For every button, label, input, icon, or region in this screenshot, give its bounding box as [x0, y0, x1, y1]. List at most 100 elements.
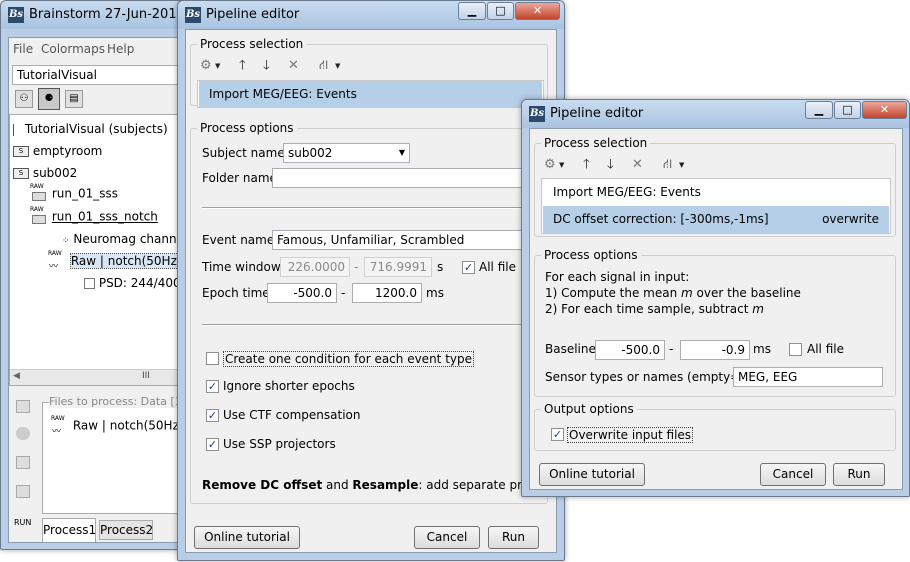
- scroll-grip-icon: III: [142, 371, 150, 381]
- process-item-import[interactable]: Import MEG/EEG: Events: [543, 179, 889, 206]
- move-down-icon[interactable]: 🡓: [607, 157, 614, 173]
- overwrite-checkbox[interactable]: ✓: [551, 428, 564, 441]
- tree-hscrollbar[interactable]: ◀ III: [10, 369, 182, 385]
- files-to-process-box: Files to process: Data [1] RAW 〰 Raw | n…: [42, 395, 198, 514]
- process-icon-3[interactable]: [16, 456, 30, 469]
- subject-name-select[interactable]: sub002 ▼: [283, 143, 410, 163]
- menu-help[interactable]: Help: [107, 42, 134, 56]
- chevron-down-icon[interactable]: ▼: [335, 58, 340, 74]
- ctf-compensation-checkbox[interactable]: ✓: [206, 409, 219, 422]
- description-line-2: 1) Compute the mean m over the baseline: [545, 286, 801, 300]
- cancel-button[interactable]: Cancel: [414, 526, 480, 549]
- run-icon[interactable]: RUN: [14, 518, 31, 527]
- options-separator-1: [202, 207, 547, 209]
- tree-run1[interactable]: RAW run_01_sss: [30, 183, 118, 203]
- epoch-start-input[interactable]: -500.0: [267, 283, 337, 303]
- maximize-button[interactable]: □: [487, 2, 514, 20]
- time-window-label: Time window:: [202, 260, 285, 274]
- view-anatomy-icon[interactable]: ⚈: [38, 88, 60, 110]
- pipeline2-title: Pipeline editor: [550, 106, 644, 121]
- tree-raw-file[interactable]: RAW 〰 Raw | notch(50Hz 1: [48, 250, 190, 272]
- folder-name-input[interactable]: [272, 168, 547, 188]
- ignore-shorter-checkbox[interactable]: ✓: [206, 380, 219, 393]
- tree-channels-label: Neuromag channels: [73, 232, 194, 246]
- sensor-types-input[interactable]: MEG, EEG: [733, 367, 883, 387]
- maximize-button[interactable]: □: [834, 101, 861, 119]
- process-item-import[interactable]: Import MEG/EEG: Events: [199, 81, 542, 107]
- move-up-icon[interactable]: 🡑: [583, 157, 590, 173]
- epoch-end-input[interactable]: 1200.0: [352, 283, 422, 303]
- tree-emptyroom[interactable]: S emptyroom: [13, 144, 102, 158]
- chevron-down-icon[interactable]: ▼: [679, 157, 684, 173]
- scroll-left-icon[interactable]: ◀: [13, 371, 20, 381]
- process-icon-2[interactable]: [16, 427, 30, 440]
- pipeline-tree-icon[interactable]: ⛙: [319, 58, 328, 74]
- menu-file[interactable]: File: [13, 42, 33, 56]
- all-file-checkbox[interactable]: ✓: [462, 261, 475, 274]
- chevron-down-icon[interactable]: ▼: [215, 58, 220, 74]
- run-button[interactable]: Run: [833, 463, 885, 486]
- protocol-selector[interactable]: TutorialVisual: [12, 65, 192, 85]
- baseline-all-file-checkbox[interactable]: [789, 343, 802, 356]
- pipeline1-titlebar[interactable]: Bs Pipeline editor ▁ □ ✕: [178, 1, 564, 29]
- delete-icon[interactable]: ✕: [632, 157, 643, 173]
- ssp-projectors-checkbox[interactable]: ✓: [206, 438, 219, 451]
- tab-process2[interactable]: Process2: [99, 520, 153, 540]
- channels-icon: ⁘: [62, 236, 70, 246]
- close-button[interactable]: ✕: [862, 101, 907, 119]
- close-button[interactable]: ✕: [515, 2, 560, 20]
- cancel-button[interactable]: Cancel: [760, 463, 826, 486]
- baseline-unit: ms: [753, 342, 771, 356]
- overwrite-label: Overwrite input files: [567, 427, 694, 443]
- process-icon-4[interactable]: [16, 485, 30, 498]
- tree-root[interactable]: TutorialVisual (subjects): [13, 122, 168, 136]
- tree-sub002[interactable]: S sub002: [13, 166, 77, 180]
- move-up-icon[interactable]: 🡑: [239, 58, 246, 74]
- description-line-1: For each signal in input:: [545, 270, 690, 284]
- tree-run1notch[interactable]: RAW run_01_sss_notch: [30, 206, 158, 226]
- online-tutorial-button[interactable]: Online tutorial: [194, 526, 300, 549]
- description-line-3: 2) For each time sample, subtract m: [545, 302, 764, 316]
- chevron-down-icon[interactable]: ▼: [559, 157, 564, 173]
- time-window-end[interactable]: 716.9991: [364, 257, 432, 277]
- main-titlebar[interactable]: Bs Brainstorm 27-Jun-2016: [1, 1, 189, 29]
- description-line-2a: 1) Compute the mean: [545, 286, 682, 300]
- run-button[interactable]: Run: [488, 526, 539, 549]
- online-tutorial-button[interactable]: Online tutorial: [539, 463, 645, 486]
- tab-process1[interactable]: Process1: [42, 518, 96, 542]
- minimize-button[interactable]: ▁: [805, 101, 833, 119]
- note-dc-offset: Remove DC offset: [202, 478, 323, 492]
- tree-channels[interactable]: ⁘ Neuromag channels: [62, 232, 194, 246]
- epoch-dash: -: [341, 286, 346, 300]
- raw-badge: RAW: [51, 415, 65, 422]
- raw-badge: RAW: [48, 250, 62, 257]
- view-functional-icon[interactable]: ⚇: [15, 90, 33, 108]
- baseline-end-input[interactable]: -0.9: [680, 340, 750, 360]
- baseline-start-input[interactable]: -500.0: [595, 340, 665, 360]
- delete-icon[interactable]: ✕: [288, 58, 299, 74]
- options-separator-2: [202, 324, 547, 326]
- event-names-input[interactable]: Famous, Unfamiliar, Scrambled: [272, 230, 547, 250]
- create-condition-label: Create one condition for each event type: [223, 351, 474, 367]
- create-condition-checkbox[interactable]: [206, 352, 219, 365]
- process-icon-1[interactable]: [16, 400, 30, 413]
- process-item-dc-offset[interactable]: DC offset correction: [-300ms,-1ms] over…: [543, 206, 889, 233]
- time-window-start[interactable]: 226.0000: [280, 257, 350, 277]
- file-item[interactable]: RAW 〰 Raw | notch(50Hz 10: [51, 415, 198, 437]
- epoch-time-label: Epoch time:: [202, 286, 274, 300]
- time-window-unit: s: [437, 260, 444, 274]
- pipeline2-client: Process selection ⚙ ▼ 🡑 🡓 ✕ ⛙ ▼ Import M…: [529, 128, 903, 490]
- pipeline-tree-icon[interactable]: ⛙: [663, 157, 672, 173]
- pipeline2-titlebar[interactable]: Bs Pipeline editor ▁ □ ✕: [522, 100, 909, 128]
- move-down-icon[interactable]: 🡓: [263, 58, 270, 74]
- view-studies-icon[interactable]: ▤: [65, 90, 83, 108]
- pipeline-editor-import: Bs Pipeline editor ▁ □ ✕ Process selecti…: [177, 0, 573, 561]
- menu-colormaps[interactable]: Colormaps: [41, 42, 105, 56]
- view-buttons: ⚇ ⚈ ▤: [12, 88, 102, 110]
- gear-icon[interactable]: ⚙: [544, 157, 556, 173]
- raw-badge: RAW: [30, 183, 44, 190]
- gear-icon[interactable]: ⚙: [200, 58, 212, 74]
- ignore-shorter-label: Ignore shorter epochs: [223, 379, 355, 393]
- minimize-button[interactable]: ▁: [458, 2, 486, 20]
- baseline-dash: -: [669, 342, 674, 356]
